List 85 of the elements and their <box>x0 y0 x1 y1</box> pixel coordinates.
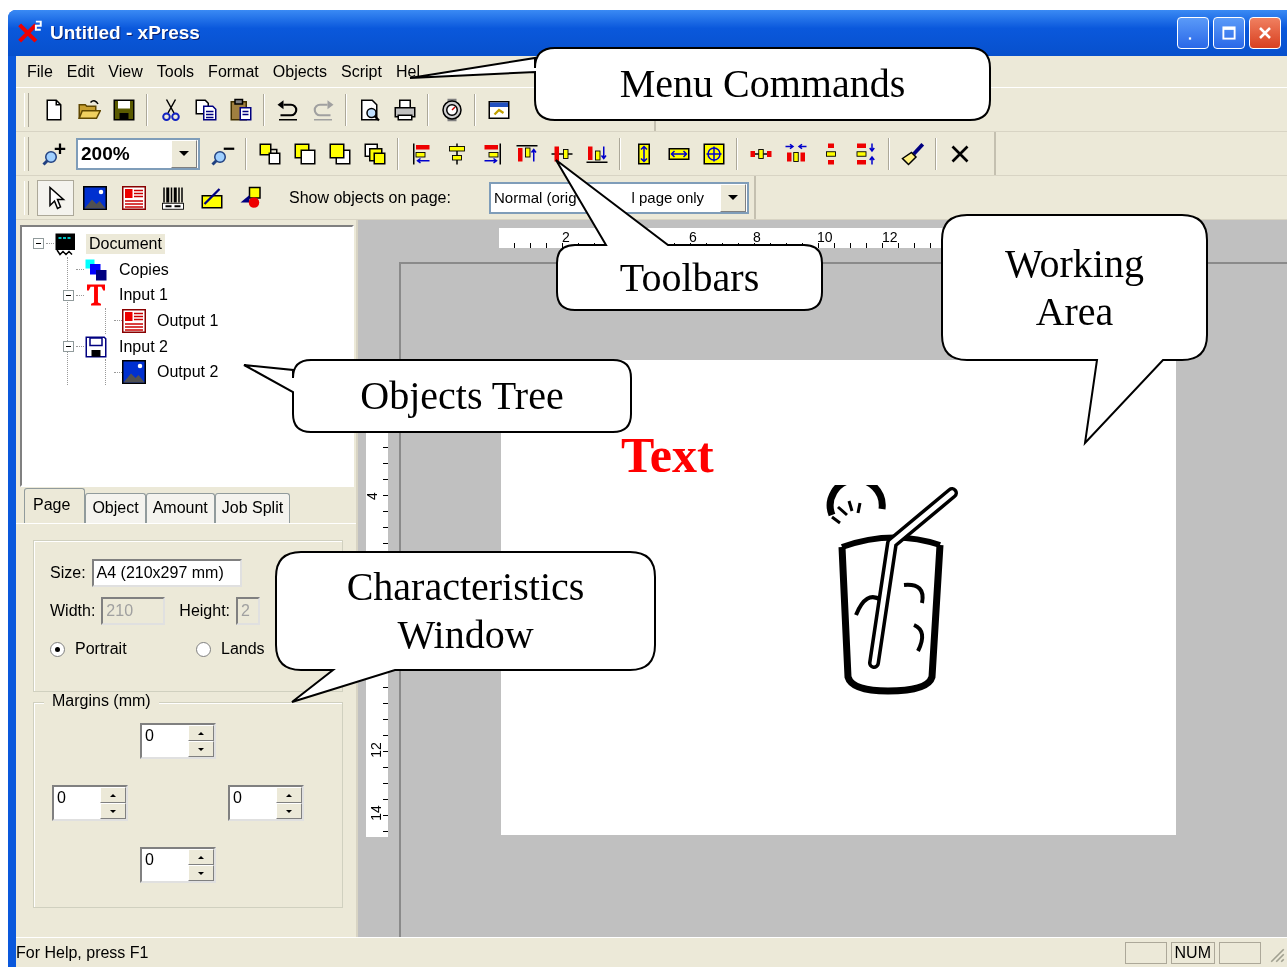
collapse-toggle[interactable] <box>62 289 74 301</box>
picture-icon <box>122 360 146 385</box>
status-pane <box>1124 941 1167 964</box>
brush-icon[interactable] <box>900 141 925 166</box>
tab[interactable]: Object <box>85 493 146 523</box>
menu-item[interactable]: Objects <box>265 60 335 83</box>
document-icon <box>54 231 78 256</box>
tree-item[interactable]: Copies <box>116 259 172 280</box>
collapse-toggle[interactable] <box>32 238 44 250</box>
shapes-icon[interactable] <box>238 185 263 210</box>
overlapping-squares-icon[interactable] <box>257 141 282 166</box>
overlapping-squares-icon[interactable] <box>362 141 387 166</box>
paste-icon[interactable] <box>228 97 253 122</box>
close-button[interactable] <box>1249 17 1281 49</box>
overlapping-squares-icon[interactable] <box>327 141 352 166</box>
ruler-number: 2 <box>562 229 570 245</box>
text-block-icon <box>122 308 146 333</box>
undo-icon[interactable] <box>275 97 300 122</box>
maximize-button[interactable] <box>1213 17 1245 49</box>
radio-label: Lands <box>221 640 265 658</box>
overlapping-squares-icon[interactable] <box>292 141 317 166</box>
menu-item[interactable]: Tools <box>149 60 202 83</box>
group-label: Margins (mm) <box>44 692 159 710</box>
callout-text: Working Area <box>1004 239 1145 336</box>
tree-item[interactable]: Input 1 <box>116 285 171 306</box>
number-spinner[interactable]: 0 <box>140 847 216 883</box>
callout-text: Objects Tree <box>360 372 564 420</box>
ruler-number: 12 <box>882 229 898 245</box>
radio-label: Portrait <box>75 640 127 658</box>
tree-item[interactable]: Input 2 <box>116 336 171 357</box>
drink-glass-drawing[interactable] <box>826 485 958 695</box>
printer-icon[interactable] <box>392 97 417 122</box>
ruler-number: 6 <box>689 229 697 245</box>
toolbar-label: Show objects on page: <box>289 188 452 207</box>
maximize-icon <box>1219 23 1239 43</box>
status-pane <box>1219 941 1261 964</box>
spacing-icon[interactable] <box>853 141 878 166</box>
picture-icon[interactable] <box>82 185 107 210</box>
zoom-dropdown[interactable]: 200% <box>76 137 200 170</box>
save-icon[interactable] <box>111 97 136 122</box>
status-text: For Help, press F1 <box>16 943 150 962</box>
minimize-button[interactable] <box>1177 17 1209 49</box>
ruler-number: 4 <box>363 492 380 500</box>
size-dropdown[interactable]: A4 (210x297 mm) <box>91 559 242 587</box>
menu-item[interactable]: View <box>101 60 150 83</box>
number-spinner[interactable]: 0 <box>52 785 128 821</box>
text-icon <box>84 283 108 308</box>
number-spinner[interactable]: 0 <box>228 785 304 821</box>
stacked-squares-icon <box>84 257 108 282</box>
callout-text: Menu Commands <box>619 60 906 108</box>
radio-button[interactable] <box>50 641 65 657</box>
watch-icon[interactable] <box>439 97 464 122</box>
field-label: Size: <box>50 564 86 582</box>
number-spinner[interactable]: 0 <box>140 723 216 759</box>
ruler-number: 12 <box>367 742 384 758</box>
copy-icon[interactable] <box>193 97 218 122</box>
tree-item[interactable]: Output 1 <box>154 310 222 331</box>
status-indicator: NUM <box>1170 941 1215 964</box>
tree-item[interactable]: Document <box>86 233 165 254</box>
menu-item[interactable]: Format <box>201 60 266 83</box>
barcode-icon[interactable] <box>160 185 185 210</box>
same-size-icon[interactable] <box>701 141 726 166</box>
ruler-number: 14 <box>367 805 384 821</box>
ruler-number: 10 <box>817 229 833 245</box>
radio-button[interactable] <box>196 641 211 657</box>
text-object[interactable]: Text <box>621 426 714 484</box>
tab[interactable]: Amount <box>145 493 215 523</box>
text-block-icon[interactable] <box>121 185 146 210</box>
callout-text: Toolbars <box>619 253 760 302</box>
menu-item[interactable]: File <box>20 60 60 83</box>
ruler-number: 8 <box>753 229 761 245</box>
menu-item[interactable]: Script <box>334 60 389 83</box>
signature-icon[interactable] <box>199 185 224 210</box>
menu-item[interactable]: Edit <box>59 60 102 83</box>
open-folder-icon[interactable] <box>76 97 101 122</box>
collapse-toggle[interactable] <box>62 341 74 353</box>
zoom-in-icon[interactable] <box>41 141 66 166</box>
tree-item[interactable]: Output 2 <box>154 362 222 383</box>
field-label: Height: <box>179 602 231 620</box>
callout-text: Characteristics Window <box>345 563 586 659</box>
tab[interactable]: Job Split <box>214 493 291 523</box>
tab[interactable]: Page <box>24 488 86 523</box>
menu-item[interactable]: Hel <box>388 60 427 83</box>
window-title: Untitled - xPress <box>50 22 200 44</box>
field-label: Width: <box>50 602 96 620</box>
